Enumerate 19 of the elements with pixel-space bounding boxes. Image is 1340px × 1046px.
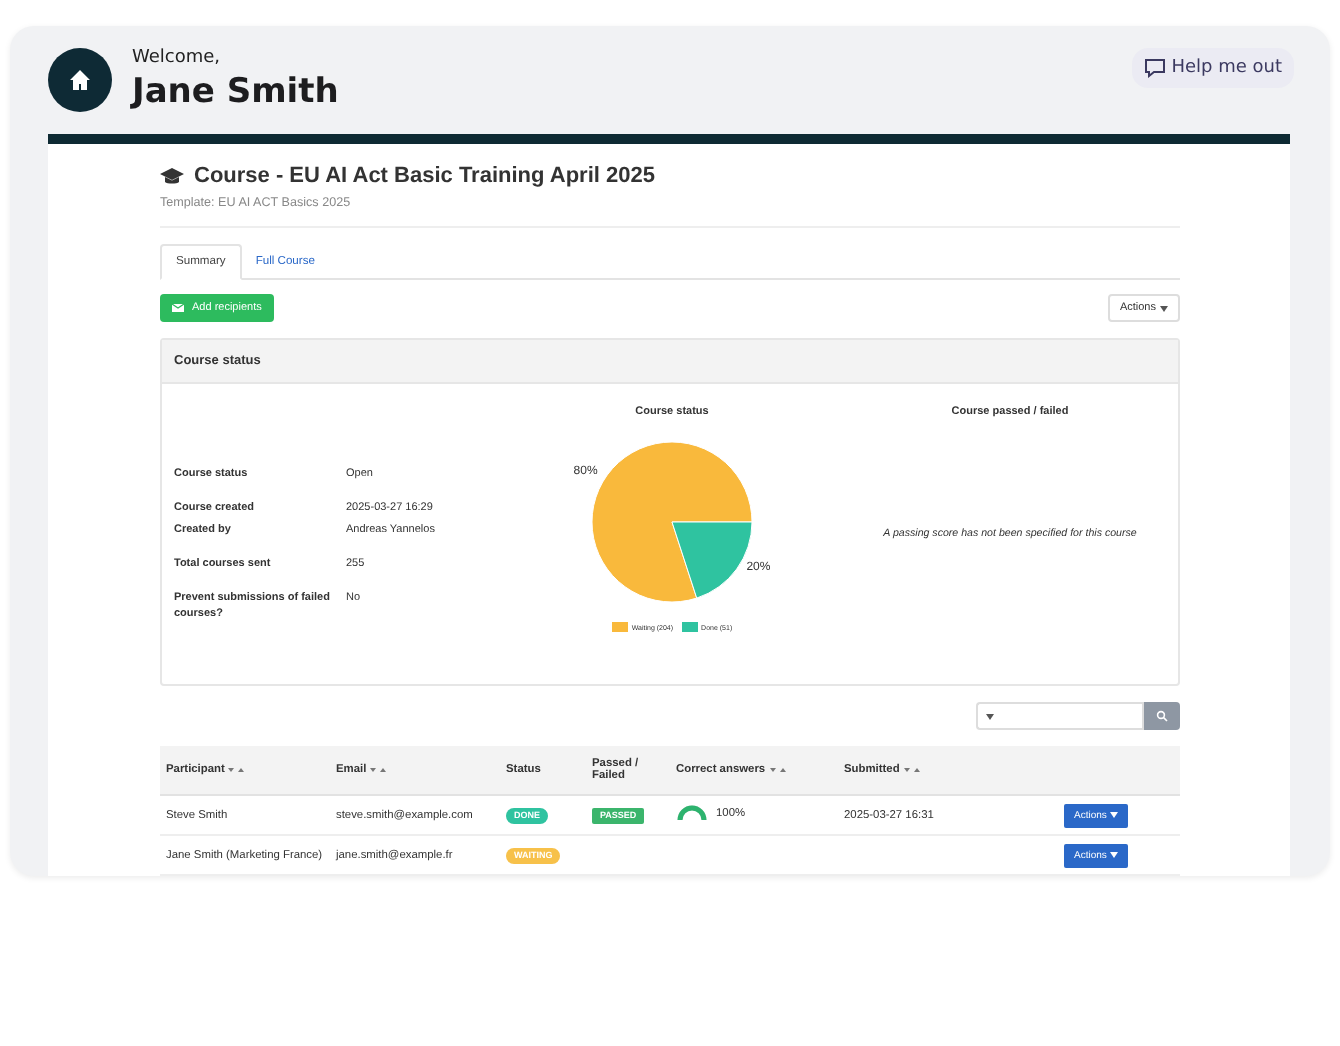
user-name: Jane Smith [132,72,341,112]
sort-icon[interactable] [903,766,922,774]
home-icon [68,68,92,92]
caret-icon [1160,305,1168,311]
chat-bubble-icon [1143,58,1166,78]
gauge-icon [676,804,708,822]
welcome-text: Welcome, [132,48,223,68]
course-title: Course - EU AI Act Basic Training April 2025 [194,164,655,188]
caret-icon [1110,812,1119,818]
sort-icon[interactable] [769,766,788,774]
search-icon [1156,710,1168,722]
envelope-icon [172,304,184,312]
sort-icon[interactable] [370,766,389,774]
home-button[interactable] [48,48,112,112]
help-button[interactable]: Help me out [1131,48,1294,88]
caret-icon [1110,852,1119,858]
search-button[interactable] [1144,702,1180,730]
graduation-cap-icon [160,167,184,185]
sort-icon[interactable] [228,766,247,774]
